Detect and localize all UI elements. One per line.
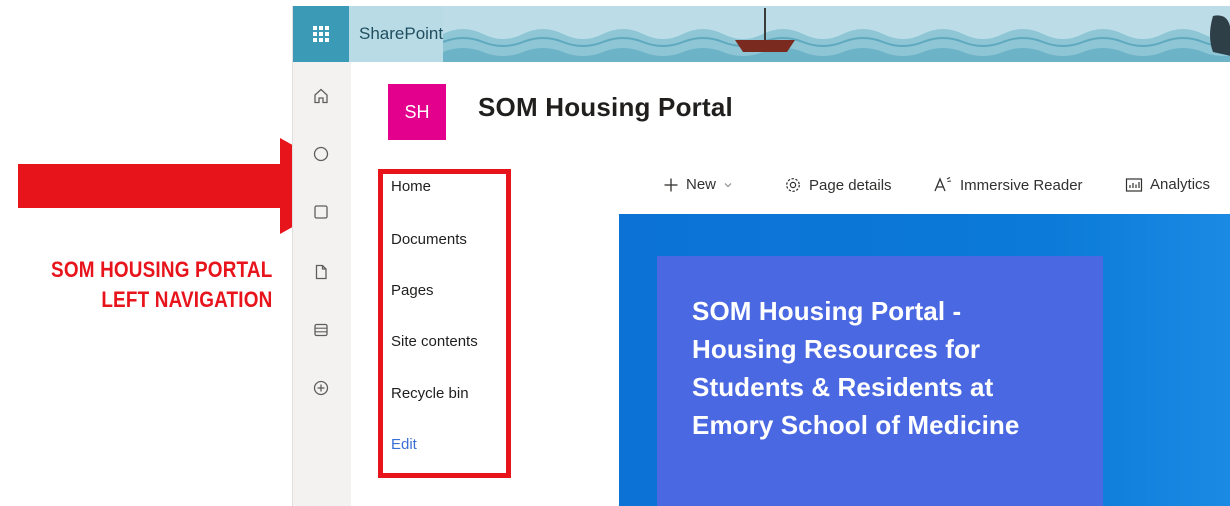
annotation-line-1: SOM HOUSING PORTAL (50, 257, 272, 282)
news-icon[interactable] (307, 198, 335, 226)
sailboat-theme-banner (443, 6, 1230, 62)
hero-title-line-3: Students & Residents at (692, 372, 994, 402)
page-details-label: Page details (809, 176, 892, 194)
page-details-button[interactable]: Page details (784, 176, 892, 194)
site-logo-initials: SH (404, 101, 430, 122)
globe-icon[interactable] (307, 140, 335, 168)
hero-banner: SOM Housing Portal - Housing Resources f… (619, 214, 1230, 506)
document-icon[interactable] (307, 258, 335, 286)
immersive-reader-label: Immersive Reader (960, 176, 1083, 194)
immersive-reader-icon (934, 177, 952, 192)
annotation-line-2: LEFT NAVIGATION (100, 287, 272, 312)
hero-title-line-2: Housing Resources for (692, 334, 981, 364)
hero-title-line-1: SOM Housing Portal - (692, 296, 962, 326)
annotation-label: SOM HOUSING PORTAL LEFT NAVIGATION (51, 255, 272, 315)
app-launcher-icon[interactable] (293, 6, 349, 62)
site-title[interactable]: SOM Housing Portal (478, 92, 733, 123)
app-bar (293, 62, 351, 506)
analytics-icon (1125, 177, 1143, 192)
add-circle-icon[interactable] (307, 374, 335, 402)
hero-title: SOM Housing Portal - Housing Resources f… (692, 292, 1082, 444)
home-icon[interactable] (307, 82, 335, 110)
command-bar: New Page details Immersive Reader Analyt… (619, 156, 1230, 214)
hero-text-box: SOM Housing Portal - Housing Resources f… (657, 256, 1103, 506)
new-button-label: New (686, 176, 717, 193)
suite-bar: SharePoint (293, 6, 1230, 62)
analytics-button[interactable]: Analytics (1125, 176, 1210, 193)
gear-icon (786, 178, 800, 192)
left-nav-highlight-box (378, 169, 511, 478)
list-icon[interactable] (307, 316, 335, 344)
sharepoint-app-name[interactable]: SharePoint (359, 24, 443, 44)
plus-icon (664, 178, 678, 191)
hero-title-line-4: Emory School of Medicine (692, 410, 1020, 440)
site-logo[interactable]: SH (388, 84, 446, 140)
analytics-label: Analytics (1150, 176, 1211, 193)
chevron-down-icon (724, 182, 732, 187)
immersive-reader-button[interactable]: Immersive Reader (933, 176, 1083, 194)
sharepoint-window: SharePoint SH SOM Housing Portal Home Do… (292, 6, 1230, 506)
new-button[interactable]: New (663, 176, 733, 193)
